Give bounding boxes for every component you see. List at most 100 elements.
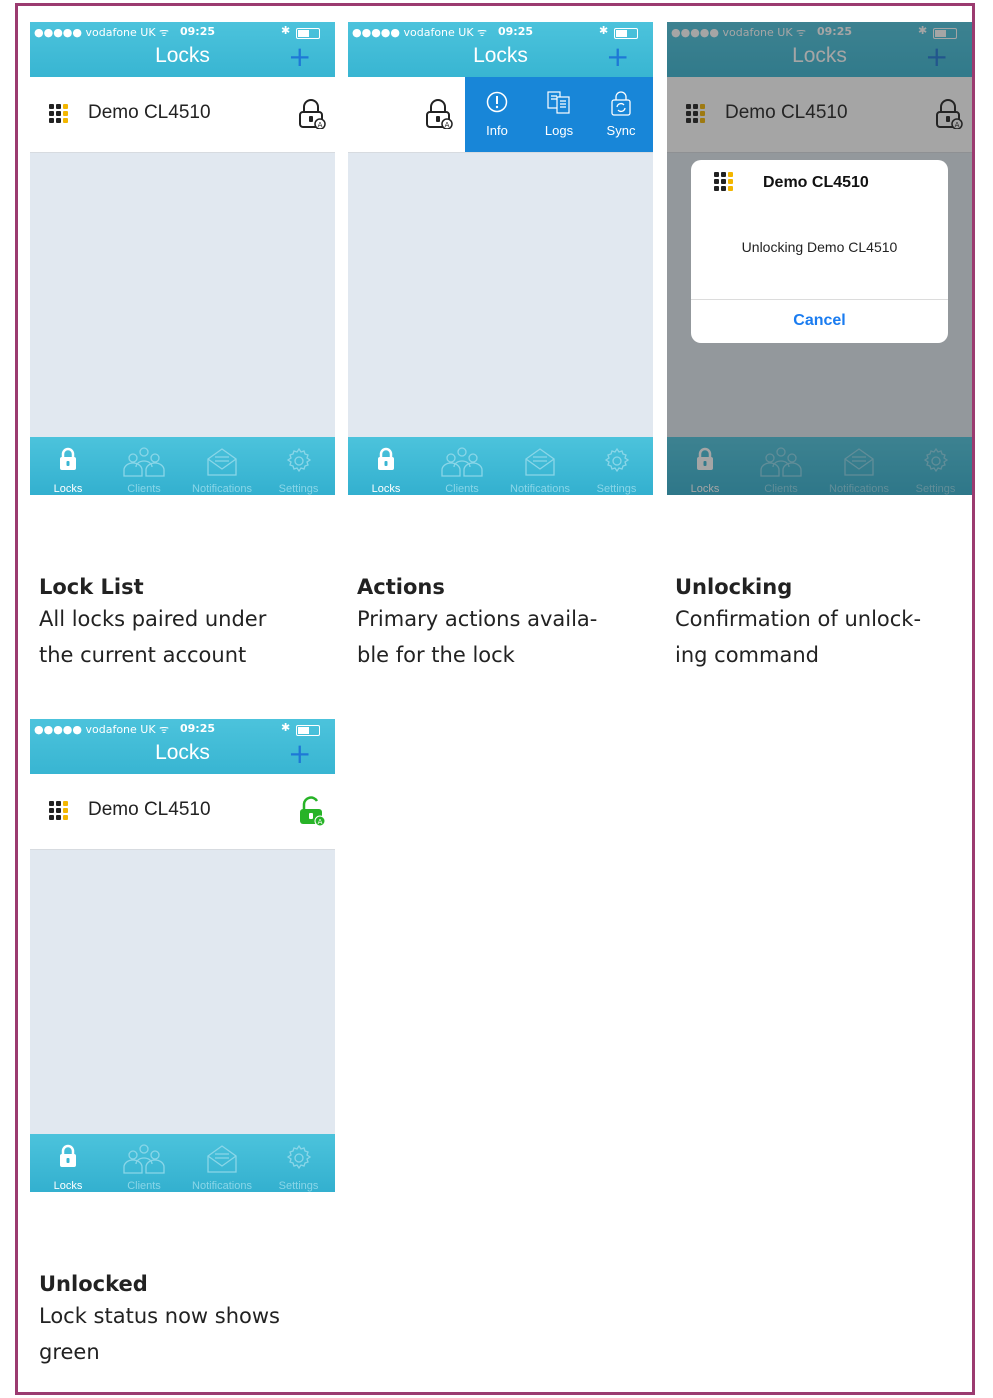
alert-message: Unlocking Demo CL4510	[741, 239, 898, 255]
screenshot-unlocking: Locks + ●●●●● vodafone UK ᯤ 09:25 ✱ Demo…	[667, 22, 972, 495]
tab-label: Locks	[371, 483, 401, 495]
tab-label: Notifications	[192, 483, 252, 495]
gear-icon	[286, 1144, 311, 1170]
caption-line: Primary actions availa-	[357, 607, 598, 631]
screenshot-lock-list: Locks + ●●●●● vodafone UK ᯤ 09:25 ✱ Demo…	[30, 22, 335, 495]
lock-list-item[interactable]: Demo CL4510 A	[30, 77, 335, 153]
unlocking-alert: Demo CL4510 Unlocking Demo CL4510 Cancel	[691, 160, 948, 343]
lock-icon	[60, 447, 76, 470]
caption-lock-list: Lock List All locks paired under the cur…	[39, 573, 329, 673]
caption-line: Lock status now shows	[39, 1304, 280, 1328]
unlocked-status-icon: A	[300, 796, 326, 826]
tab-label: Notifications	[510, 483, 570, 495]
tab-notifications[interactable]: Notifications	[182, 1134, 262, 1192]
envelope-icon	[525, 448, 555, 476]
battery-icon	[296, 725, 320, 736]
caption-line: Confirmation of unlock-	[675, 607, 922, 631]
sync-icon	[611, 91, 631, 116]
logs-icon	[547, 91, 570, 114]
caption-text: Primary actions availa- ble for the lock	[357, 601, 647, 673]
cancel-button[interactable]: Cancel	[691, 312, 948, 330]
gear-icon	[604, 447, 629, 473]
lock-icon	[60, 1144, 76, 1167]
brand-logo-icon	[49, 801, 73, 825]
caption-text: Confirmation of unlock- ing command	[675, 601, 965, 673]
tab-notifications[interactable]: Notifications	[182, 437, 262, 495]
tab-clients[interactable]: Clients	[424, 437, 500, 495]
tab-label: Clients	[127, 483, 161, 495]
tab-settings[interactable]: Settings	[580, 437, 653, 495]
envelope-icon	[207, 448, 237, 476]
envelope-icon	[207, 1145, 237, 1173]
tab-label: Settings	[278, 483, 319, 495]
status-bar: ●●●●● vodafone UK ᯤ 09:25 ✱	[30, 22, 335, 44]
caption-unlocking: Unlocking Confirmation of unlock- ing co…	[675, 573, 965, 673]
tab-clients[interactable]: Clients	[106, 437, 182, 495]
tab-locks[interactable]: Locks	[30, 1134, 106, 1192]
time-label: 09:25	[180, 25, 216, 38]
people-icon	[123, 1144, 165, 1174]
svg-text:A: A	[318, 121, 323, 129]
action-label: Logs	[544, 123, 574, 138]
svg-text:A: A	[445, 121, 450, 129]
tab-settings[interactable]: Settings	[262, 437, 335, 495]
status-bar: ●●●●● vodafone UK ᯤ 09:25 ✱	[348, 22, 653, 44]
add-button[interactable]: +	[288, 43, 311, 71]
tab-clients[interactable]: Clients	[106, 1134, 182, 1192]
action-label: Sync	[606, 123, 636, 138]
tab-notifications[interactable]: Notifications	[500, 437, 580, 495]
carrier-label: ●●●●● vodafone UK ᯤ	[34, 26, 170, 39]
tab-bar: Locks Clients Notifications Settings	[30, 437, 335, 495]
caption-title: Lock List	[39, 575, 144, 599]
carrier-label: ●●●●● vodafone UK ᯤ	[34, 723, 170, 736]
add-button[interactable]: +	[606, 43, 629, 71]
info-icon	[486, 91, 508, 113]
logs-action-button[interactable]: Logs	[528, 77, 590, 152]
screenshot-unlocked: Locks + ●●●●● vodafone UK ᯤ 09:25 ✱ Demo…	[30, 719, 335, 1192]
caption-title: Actions	[357, 575, 445, 599]
sync-action-button[interactable]: Sync	[590, 77, 652, 152]
caption-line: green	[39, 1340, 100, 1364]
bluetooth-icon: ✱	[281, 24, 291, 37]
locked-status-icon: A	[299, 99, 326, 129]
lock-name: Demo CL4510	[88, 102, 211, 123]
caption-line: ing command	[675, 643, 819, 667]
screenshot-actions: Locks + ●●●●● vodafone UK ᯤ 09:25 ✱ A In…	[348, 22, 653, 495]
svg-text:A: A	[318, 818, 323, 826]
caption-unlocked: Unlocked Lock status now shows green	[39, 1270, 329, 1370]
time-label: 09:25	[180, 722, 216, 735]
action-label: Info	[486, 123, 508, 138]
tab-locks[interactable]: Locks	[30, 437, 106, 495]
tab-label: Settings	[596, 483, 637, 495]
brand-logo-icon	[49, 104, 73, 128]
locked-status-icon: A	[426, 99, 453, 129]
tab-settings[interactable]: Settings	[262, 1134, 335, 1192]
tab-label: Settings	[278, 1180, 319, 1192]
caption-title: Unlocked	[39, 1272, 148, 1296]
caption-line: All locks paired under	[39, 607, 267, 631]
bluetooth-icon: ✱	[599, 24, 609, 37]
bluetooth-icon: ✱	[281, 721, 291, 734]
caption-actions: Actions Primary actions availa- ble for …	[357, 573, 647, 673]
info-action-button[interactable]: Info	[466, 77, 528, 152]
tab-locks[interactable]: Locks	[348, 437, 424, 495]
add-button[interactable]: +	[288, 740, 311, 768]
lock-icon	[378, 447, 394, 470]
alert-divider	[691, 299, 948, 300]
status-bar: ●●●●● vodafone UK ᯤ 09:25 ✱	[30, 719, 335, 741]
battery-icon	[296, 28, 320, 39]
lock-name: Demo CL4510	[88, 799, 211, 820]
swipe-actions: Info Logs Sync	[465, 77, 653, 152]
brand-logo-icon	[714, 172, 738, 196]
people-icon	[123, 447, 165, 477]
tab-label: Clients	[127, 1180, 161, 1192]
caption-line: ble for the lock	[357, 643, 515, 667]
lock-list-item[interactable]: Demo CL4510 A	[30, 774, 335, 850]
battery-icon	[614, 28, 638, 39]
time-label: 09:25	[498, 25, 534, 38]
lock-list-item-swiped[interactable]: A Info Logs Sync	[348, 77, 653, 153]
gear-icon	[286, 447, 311, 473]
tab-label: Locks	[53, 483, 83, 495]
tab-label: Clients	[445, 483, 479, 495]
tab-label: Notifications	[192, 1180, 252, 1192]
